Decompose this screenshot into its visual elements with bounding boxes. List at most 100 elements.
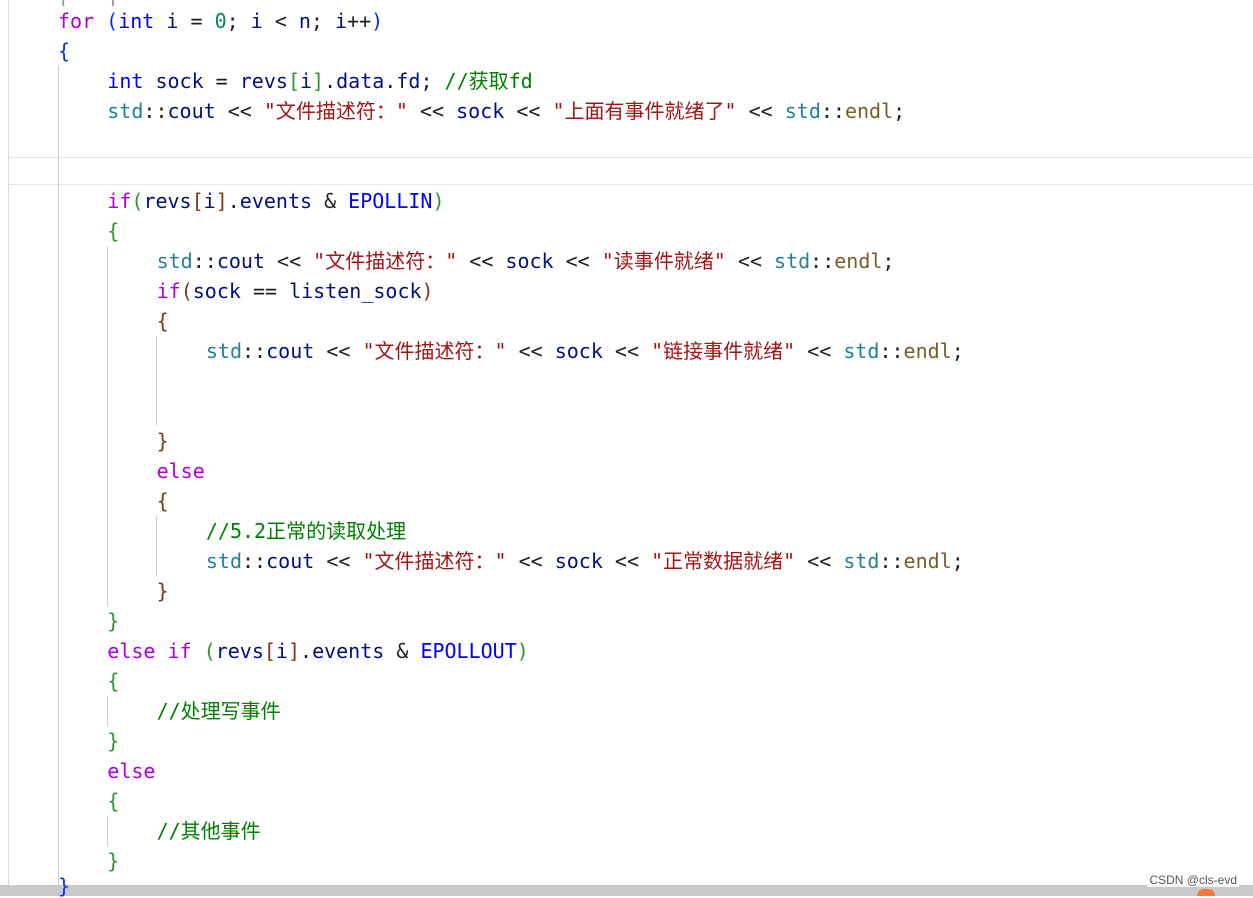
indent-guide bbox=[156, 516, 157, 576]
code-token: "正常数据就绪" bbox=[651, 549, 796, 573]
code-token: { bbox=[156, 309, 169, 333]
code-token: std bbox=[107, 99, 144, 123]
code-token: ; bbox=[310, 9, 336, 33]
code-token: n bbox=[298, 9, 311, 33]
code-line[interactable]: } bbox=[107, 726, 119, 756]
code-token: int bbox=[107, 69, 144, 93]
code-line[interactable]: else bbox=[107, 756, 155, 786]
code-line[interactable]: else if (revs[i].events & EPOLLOUT) bbox=[107, 636, 529, 666]
code-token: std bbox=[774, 249, 811, 273]
code-line[interactable]: if(sock == listen_sock) bbox=[157, 276, 434, 306]
code-token: << bbox=[736, 99, 785, 123]
code-token: //处理写事件 bbox=[156, 699, 281, 723]
code-token: "文件描述符：" bbox=[362, 339, 507, 363]
code-token: ++ bbox=[347, 9, 372, 33]
horizontal-scrollbar[interactable] bbox=[0, 885, 1253, 896]
code-line[interactable]: int sock = revs[i].data.fd; //获取fd bbox=[107, 66, 532, 96]
code-token: "上面有事件就绪了" bbox=[552, 99, 737, 123]
code-token: :: bbox=[242, 339, 267, 363]
code-token: "文件描述符：" bbox=[362, 549, 507, 573]
code-token: << bbox=[215, 99, 264, 123]
code-token: "读事件就绪" bbox=[601, 249, 726, 273]
code-token: for bbox=[58, 9, 95, 33]
code-line[interactable]: std::cout << "文件描述符：" << sock << "上面有事件就… bbox=[107, 96, 905, 126]
code-token: :: bbox=[143, 99, 168, 123]
code-token: else bbox=[107, 759, 156, 783]
code-line[interactable]: } bbox=[107, 846, 119, 876]
indent-guide bbox=[107, 696, 108, 726]
code-token: { bbox=[107, 669, 120, 693]
code-line[interactable]: } bbox=[157, 426, 169, 456]
code-token: data bbox=[336, 69, 385, 93]
code-line[interactable]: { bbox=[157, 486, 169, 516]
code-token: fd bbox=[396, 69, 421, 93]
code-token: << bbox=[602, 549, 652, 573]
code-token: ; bbox=[951, 339, 964, 363]
code-token: i bbox=[299, 69, 313, 93]
code-token: i bbox=[203, 189, 216, 213]
code-token: { bbox=[156, 489, 169, 513]
code-line[interactable]: if(revs[i].events & EPOLLIN) bbox=[107, 186, 444, 216]
code-token: << bbox=[314, 549, 363, 573]
code-token: endl bbox=[834, 249, 883, 273]
code-token: cout bbox=[216, 249, 265, 273]
code-token: events bbox=[239, 189, 313, 213]
code-line[interactable]: { bbox=[107, 666, 119, 696]
code-token: . bbox=[227, 189, 240, 213]
code-line[interactable]: //其他事件 bbox=[157, 816, 261, 846]
code-token: //获取fd bbox=[444, 69, 533, 93]
code-token: sock bbox=[456, 99, 505, 123]
code-token: << bbox=[506, 549, 555, 573]
code-token: cout bbox=[266, 549, 315, 573]
code-token: revs bbox=[215, 639, 264, 663]
code-token: "文件描述符：" bbox=[313, 249, 458, 273]
code-line[interactable]: //处理写事件 bbox=[157, 696, 281, 726]
code-line[interactable]: else bbox=[157, 456, 205, 486]
code-token: endl bbox=[903, 339, 952, 363]
code-token: events bbox=[312, 639, 385, 663]
code-line[interactable]: std::cout << "文件描述符：" << sock << "正常数据就绪… bbox=[206, 546, 964, 576]
code-line[interactable]: std::cout << "文件描述符：" << sock << "链接事件就绪… bbox=[206, 336, 964, 366]
gutter-divider bbox=[8, 0, 9, 890]
code-token: listen_sock bbox=[289, 279, 422, 303]
indent-guide bbox=[58, 66, 59, 886]
code-token: ; bbox=[893, 99, 906, 123]
code-token: cout bbox=[266, 339, 315, 363]
code-token: 0 bbox=[214, 9, 227, 33]
code-token: << bbox=[457, 249, 506, 273]
code-token: else bbox=[107, 639, 156, 663]
code-token: << bbox=[795, 339, 844, 363]
code-token: sock bbox=[155, 69, 204, 93]
code-token: << bbox=[264, 249, 314, 273]
code-editor[interactable]: ( , ) for (int i = 0; i < n; i++){int so… bbox=[0, 0, 1253, 896]
code-token: :: bbox=[242, 549, 267, 573]
code-line[interactable]: { bbox=[58, 36, 70, 66]
code-line[interactable]: { bbox=[107, 216, 119, 246]
code-token: :: bbox=[879, 339, 904, 363]
code-token: << bbox=[504, 99, 553, 123]
code-token: sock bbox=[554, 549, 603, 573]
code-line[interactable]: { bbox=[157, 306, 169, 336]
code-token: sock bbox=[554, 339, 603, 363]
code-token: //其他事件 bbox=[156, 819, 261, 843]
code-line[interactable]: std::cout << "文件描述符：" << sock << "读事件就绪"… bbox=[157, 246, 895, 276]
code-line[interactable]: //5.2正常的读取处理 bbox=[206, 516, 406, 546]
code-token: [ bbox=[287, 69, 300, 93]
code-token: = bbox=[203, 69, 240, 93]
code-token: sock bbox=[505, 249, 554, 273]
code-line[interactable]: } bbox=[157, 576, 169, 606]
code-line[interactable]: for (int i = 0; i < n; i++) bbox=[58, 6, 383, 36]
code-token: } bbox=[156, 429, 169, 453]
code-token: . bbox=[300, 639, 313, 663]
code-token: :: bbox=[820, 99, 845, 123]
code-token: } bbox=[156, 579, 169, 603]
code-token: std bbox=[784, 99, 821, 123]
code-token: "链接事件就绪" bbox=[651, 339, 796, 363]
code-line[interactable]: { bbox=[107, 786, 119, 816]
closing-brace: } bbox=[58, 874, 71, 898]
code-token: EPOLLOUT bbox=[420, 639, 517, 663]
code-token: ) bbox=[432, 189, 445, 213]
code-line[interactable]: } bbox=[107, 606, 119, 636]
